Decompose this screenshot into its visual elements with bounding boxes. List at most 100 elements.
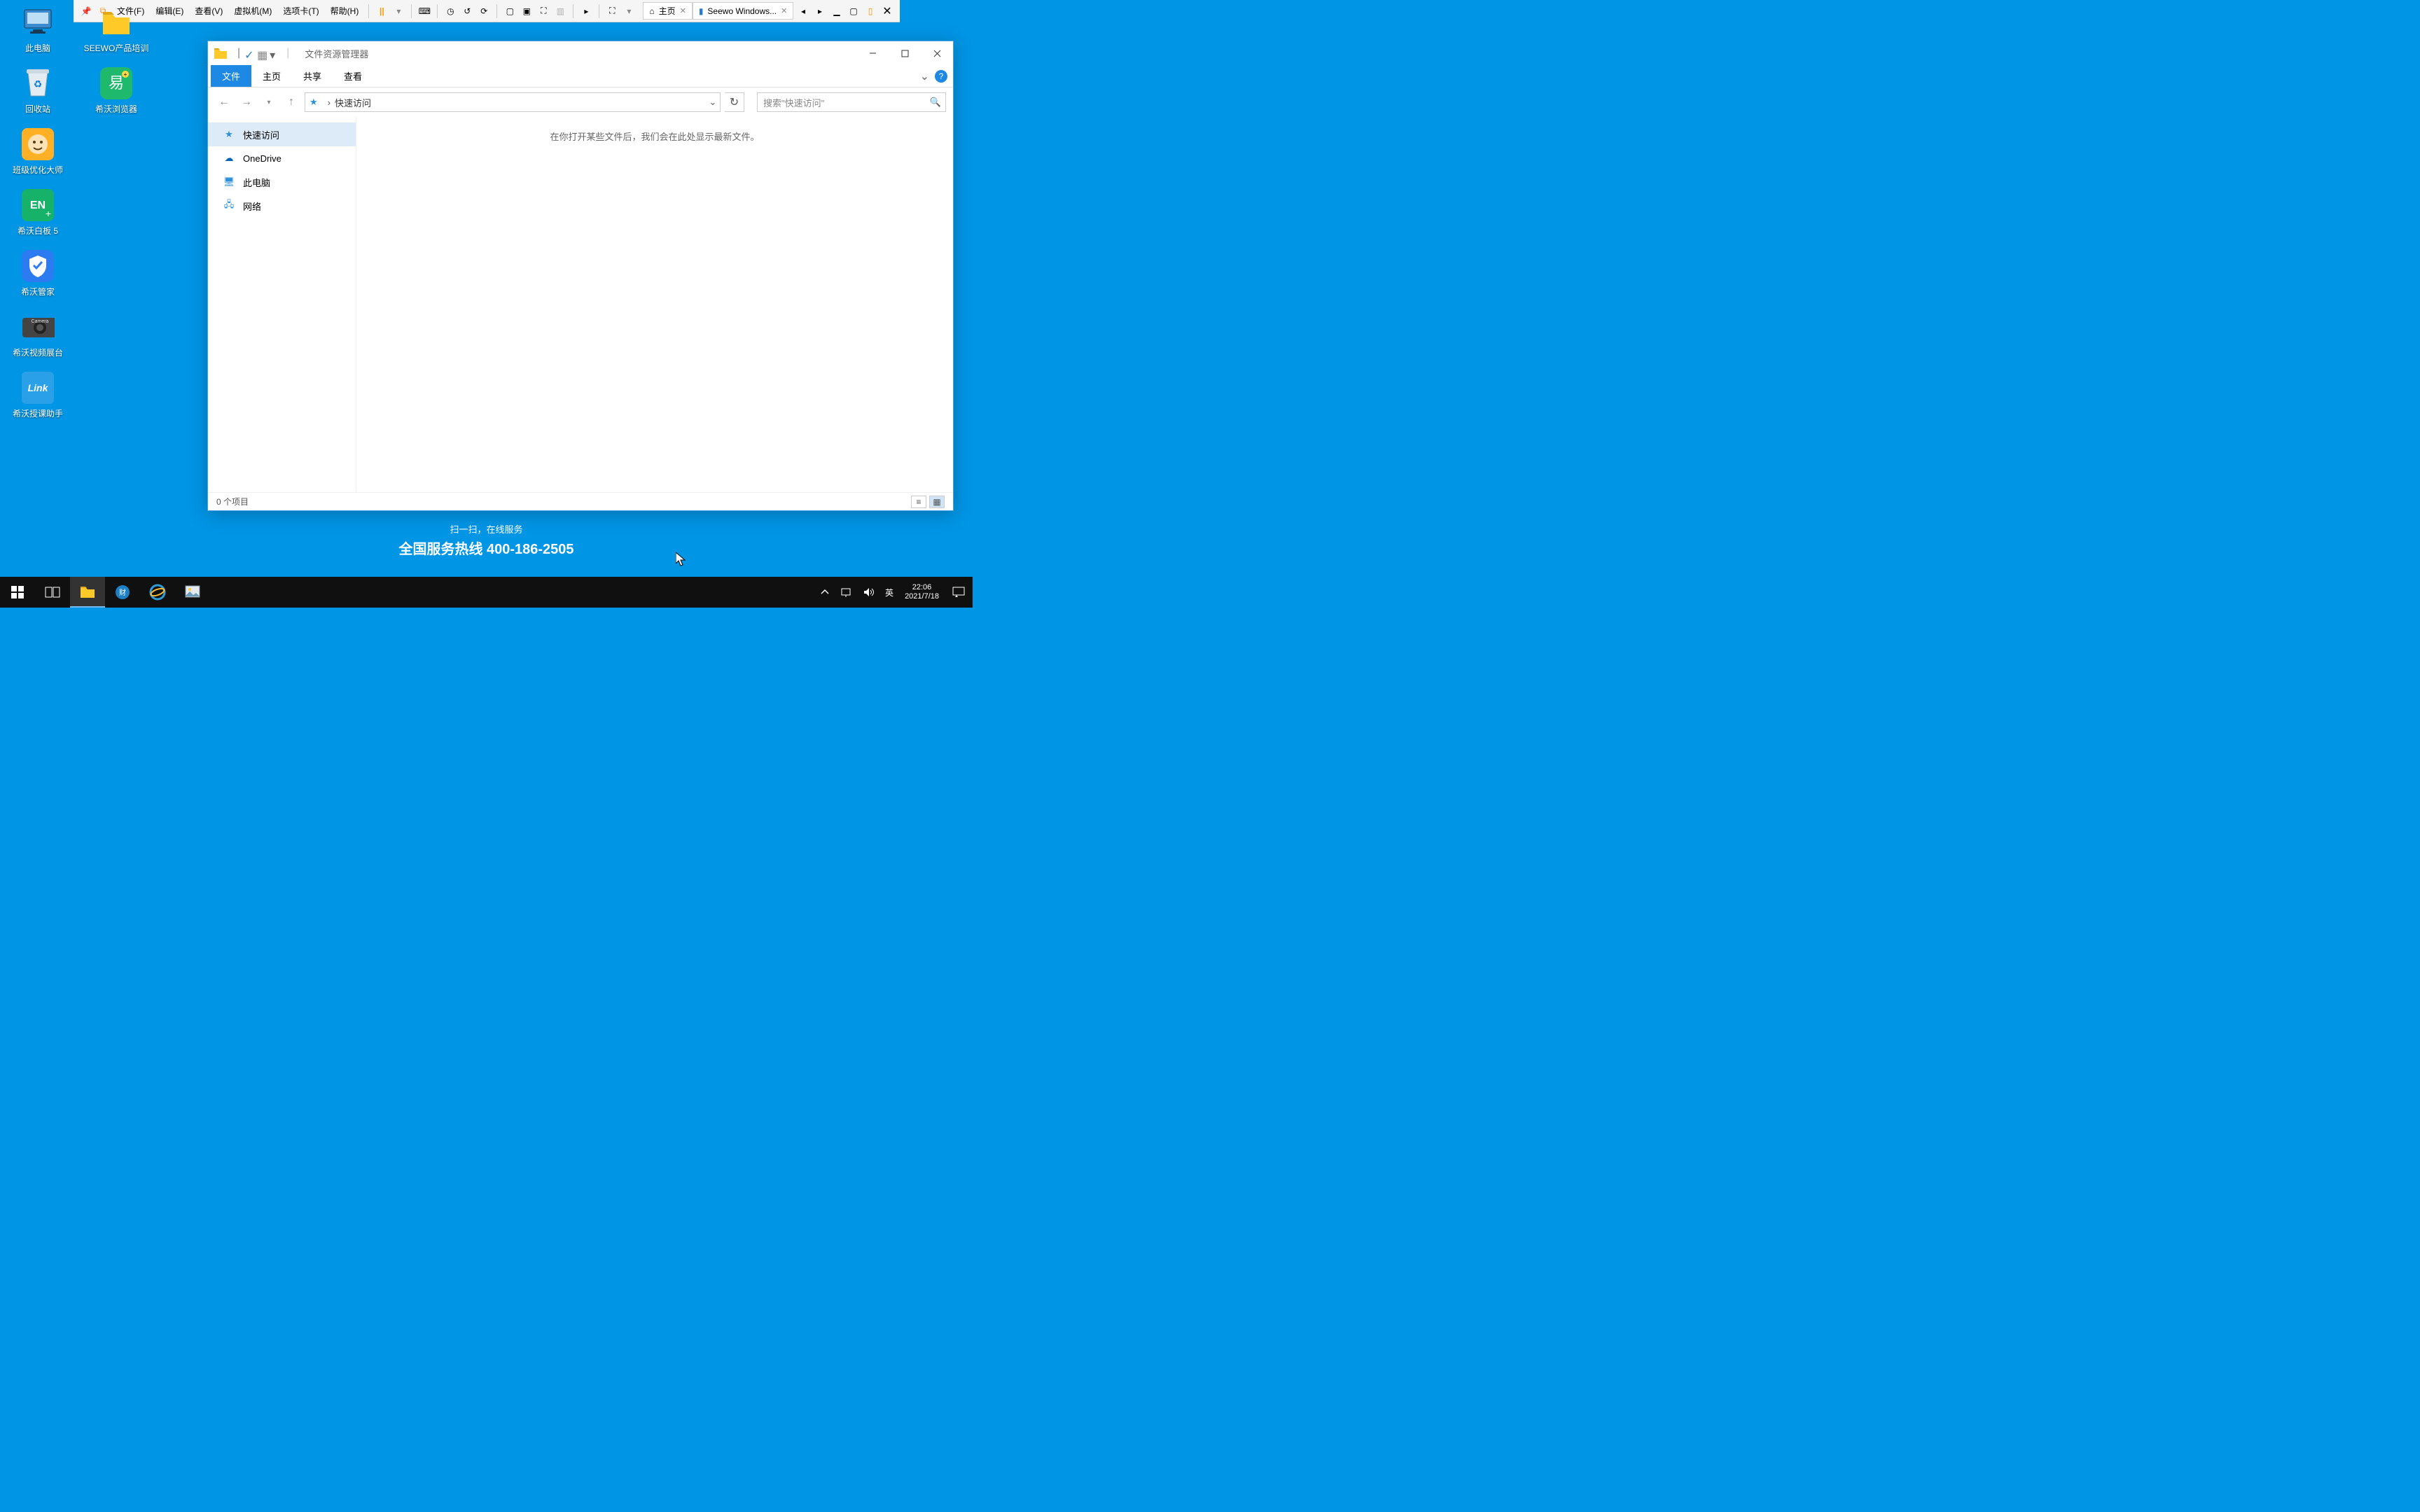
sidebar-item-network[interactable]: 🖧 网络 — [208, 194, 356, 218]
tray-network-icon[interactable] — [835, 577, 857, 608]
desktop-icon-guardian[interactable]: 希沃管家 — [4, 249, 71, 298]
content-area[interactable]: 在你打开某些文件后，我们会在此处显示最新文件。 — [356, 117, 953, 492]
tray-ime[interactable]: 英 — [879, 577, 899, 608]
send-cad-icon[interactable]: ⌨ — [418, 5, 431, 18]
qat-sep: | — [237, 47, 240, 59]
quick-switch-icon[interactable]: ▸ — [580, 5, 592, 18]
clock-time: 22:06 — [912, 583, 932, 592]
up-button[interactable]: ↑ — [282, 93, 300, 111]
host-close-icon[interactable]: ✕ — [881, 5, 893, 18]
menu-vm[interactable]: 虚拟机(M) — [230, 3, 275, 20]
tray-overflow[interactable] — [815, 577, 835, 608]
console-icon[interactable]: ▣ — [520, 5, 533, 18]
desktop-icon-seewo-training[interactable]: SEEWO产品培训 — [83, 6, 150, 54]
ribbon-tab-view[interactable]: 查看 — [333, 65, 373, 87]
action-center-button[interactable] — [945, 587, 973, 598]
desktop-icon-link[interactable]: Link 希沃授课助手 — [4, 371, 71, 419]
tray-volume-icon[interactable] — [857, 577, 879, 608]
forward-button[interactable]: → — [237, 93, 256, 111]
desktop-icon-label: 回收站 — [25, 103, 50, 115]
sidebar-item-this-pc[interactable]: 🖥 此电脑 — [208, 170, 356, 194]
menu-view[interactable]: 查看(V) — [191, 3, 226, 20]
desktop-icon-camera[interactable]: Camera 希沃视频展台 — [4, 310, 71, 358]
breadcrumb-location[interactable]: 快速访问 — [335, 96, 371, 109]
vm-tab-home[interactable]: ⌂ 主页 ✕ — [643, 2, 692, 20]
close-icon[interactable]: ✕ — [781, 6, 787, 15]
sidebar-item-label: 此电脑 — [243, 176, 270, 189]
fit-guest-icon[interactable]: ▥ — [554, 5, 566, 18]
explorer-titlebar[interactable]: | ✓ ▦ ▾ | 文件资源管理器 — [208, 41, 953, 65]
address-dropdown-icon[interactable]: ⌄ — [706, 97, 720, 108]
dd2-icon[interactable]: ▾ — [623, 5, 635, 18]
snapshot-manage-icon[interactable]: ⟳ — [478, 5, 490, 18]
back-button[interactable]: ← — [215, 93, 233, 111]
dropdown-icon[interactable]: ▾ — [392, 5, 405, 18]
help-button[interactable]: ? — [935, 70, 947, 83]
sidebar-item-onedrive[interactable]: ☁ OneDrive — [208, 146, 356, 170]
cloud-icon: ☁ — [222, 153, 236, 164]
menu-help[interactable]: 帮助(H) — [327, 3, 363, 20]
unity-icon[interactable]: ▢ — [503, 5, 516, 18]
taskbar-explorer[interactable] — [70, 577, 105, 608]
vm-tab-label: Seewo Windows... — [707, 6, 777, 16]
task-view-button[interactable] — [35, 577, 70, 608]
bg-scan-text: 扫一扫，在线服务 — [450, 522, 522, 536]
close-button[interactable] — [921, 43, 953, 64]
pc-icon: 🖥 — [222, 176, 236, 188]
host-minimize-icon[interactable]: ▁ — [830, 5, 843, 18]
sidebar-item-quick-access[interactable]: ★ 快速访问 — [208, 122, 356, 146]
view-large-button[interactable]: ▦ — [929, 496, 945, 508]
ie-icon — [149, 584, 166, 601]
svg-text:EN: EN — [30, 200, 46, 211]
vmware-toolbar: 📌 ⧉ 文件(F) 编辑(E) 查看(V) 虚拟机(M) 选项卡(T) 帮助(H… — [74, 0, 900, 22]
view-details-button[interactable]: ≡ — [911, 496, 926, 508]
taskbar-app-seewo[interactable]: 财 — [105, 577, 140, 608]
vm-tab-seewo[interactable]: ▮ Seewo Windows... ✕ — [693, 2, 794, 20]
menu-edit[interactable]: 编辑(E) — [152, 3, 187, 20]
taskbar-ie[interactable] — [140, 577, 175, 608]
fullscreen-icon[interactable]: ⛶ — [537, 5, 550, 18]
qat-properties-icon[interactable]: ▦ — [257, 48, 267, 58]
refresh-button[interactable]: ↻ — [725, 92, 744, 112]
expand-ribbon-icon[interactable]: ⌄ — [920, 69, 929, 83]
recycle-bin-icon: ♻ — [24, 68, 52, 99]
desktop-icon-en5[interactable]: EN+ 希沃白板 5 — [4, 188, 71, 237]
tray-clock[interactable]: 22:06 2021/7/18 — [899, 583, 945, 601]
shield-icon — [22, 250, 54, 282]
desktop-icon-classopt[interactable]: 班级优化大师 — [4, 127, 71, 176]
desktop-icon-label: 希沃浏览器 — [95, 103, 137, 115]
vm-tab-label: 主页 — [659, 5, 676, 17]
ribbon-tab-home[interactable]: 主页 — [251, 65, 292, 87]
svg-text:+: + — [124, 71, 127, 78]
vm-pause-icon[interactable]: || — [375, 5, 388, 18]
tab-next-icon[interactable]: ▸ — [814, 5, 826, 18]
host-fullscreen-icon[interactable]: ▯ — [864, 5, 877, 18]
ribbon-tab-share[interactable]: 共享 — [292, 65, 333, 87]
taskbar-app-generic[interactable] — [175, 577, 210, 608]
desktop-icon-seewo-browser[interactable]: 易+ 希沃浏览器 — [83, 66, 150, 115]
explorer-body: ★ 快速访问 ☁ OneDrive 🖥 此电脑 🖧 网络 在你打开某些文件后，我… — [208, 117, 953, 492]
desktop-icon-recycle-bin[interactable]: ♻ 回收站 — [4, 66, 71, 115]
ribbon-tab-file[interactable]: 文件 — [211, 65, 251, 87]
host-restore-icon[interactable]: ▢ — [847, 5, 860, 18]
address-bar[interactable]: ★ › 快速访问 ⌄ — [305, 92, 721, 112]
qat-dropdown-icon[interactable]: ▾ — [270, 48, 279, 58]
svg-text:♻: ♻ — [34, 78, 43, 90]
close-icon[interactable]: ✕ — [680, 6, 686, 15]
minimize-button[interactable] — [856, 43, 889, 64]
desktop-icon-this-pc[interactable]: 此电脑 — [4, 6, 71, 54]
search-box[interactable]: 搜索"快速访问" 🔍 — [757, 92, 946, 112]
link-icon: Link — [22, 372, 54, 404]
search-icon[interactable]: 🔍 — [930, 97, 941, 108]
tab-prev-icon[interactable]: ◂ — [797, 5, 809, 18]
maximize-button[interactable] — [889, 43, 921, 64]
snapshot-revert-icon[interactable]: ↺ — [461, 5, 473, 18]
en5-icon: EN+ — [22, 189, 54, 221]
bg-hotline: 全国服务热线 400-186-2505 — [398, 538, 573, 558]
snapshot-icon[interactable]: ◷ — [444, 5, 457, 18]
start-button[interactable] — [0, 577, 35, 608]
menu-tabs[interactable]: 选项卡(T) — [279, 3, 322, 20]
qat-checkmark-icon[interactable]: ✓ — [244, 48, 254, 58]
recent-dropdown[interactable]: ▾ — [260, 93, 278, 111]
stretch-icon[interactable]: ⛶ — [606, 5, 618, 18]
